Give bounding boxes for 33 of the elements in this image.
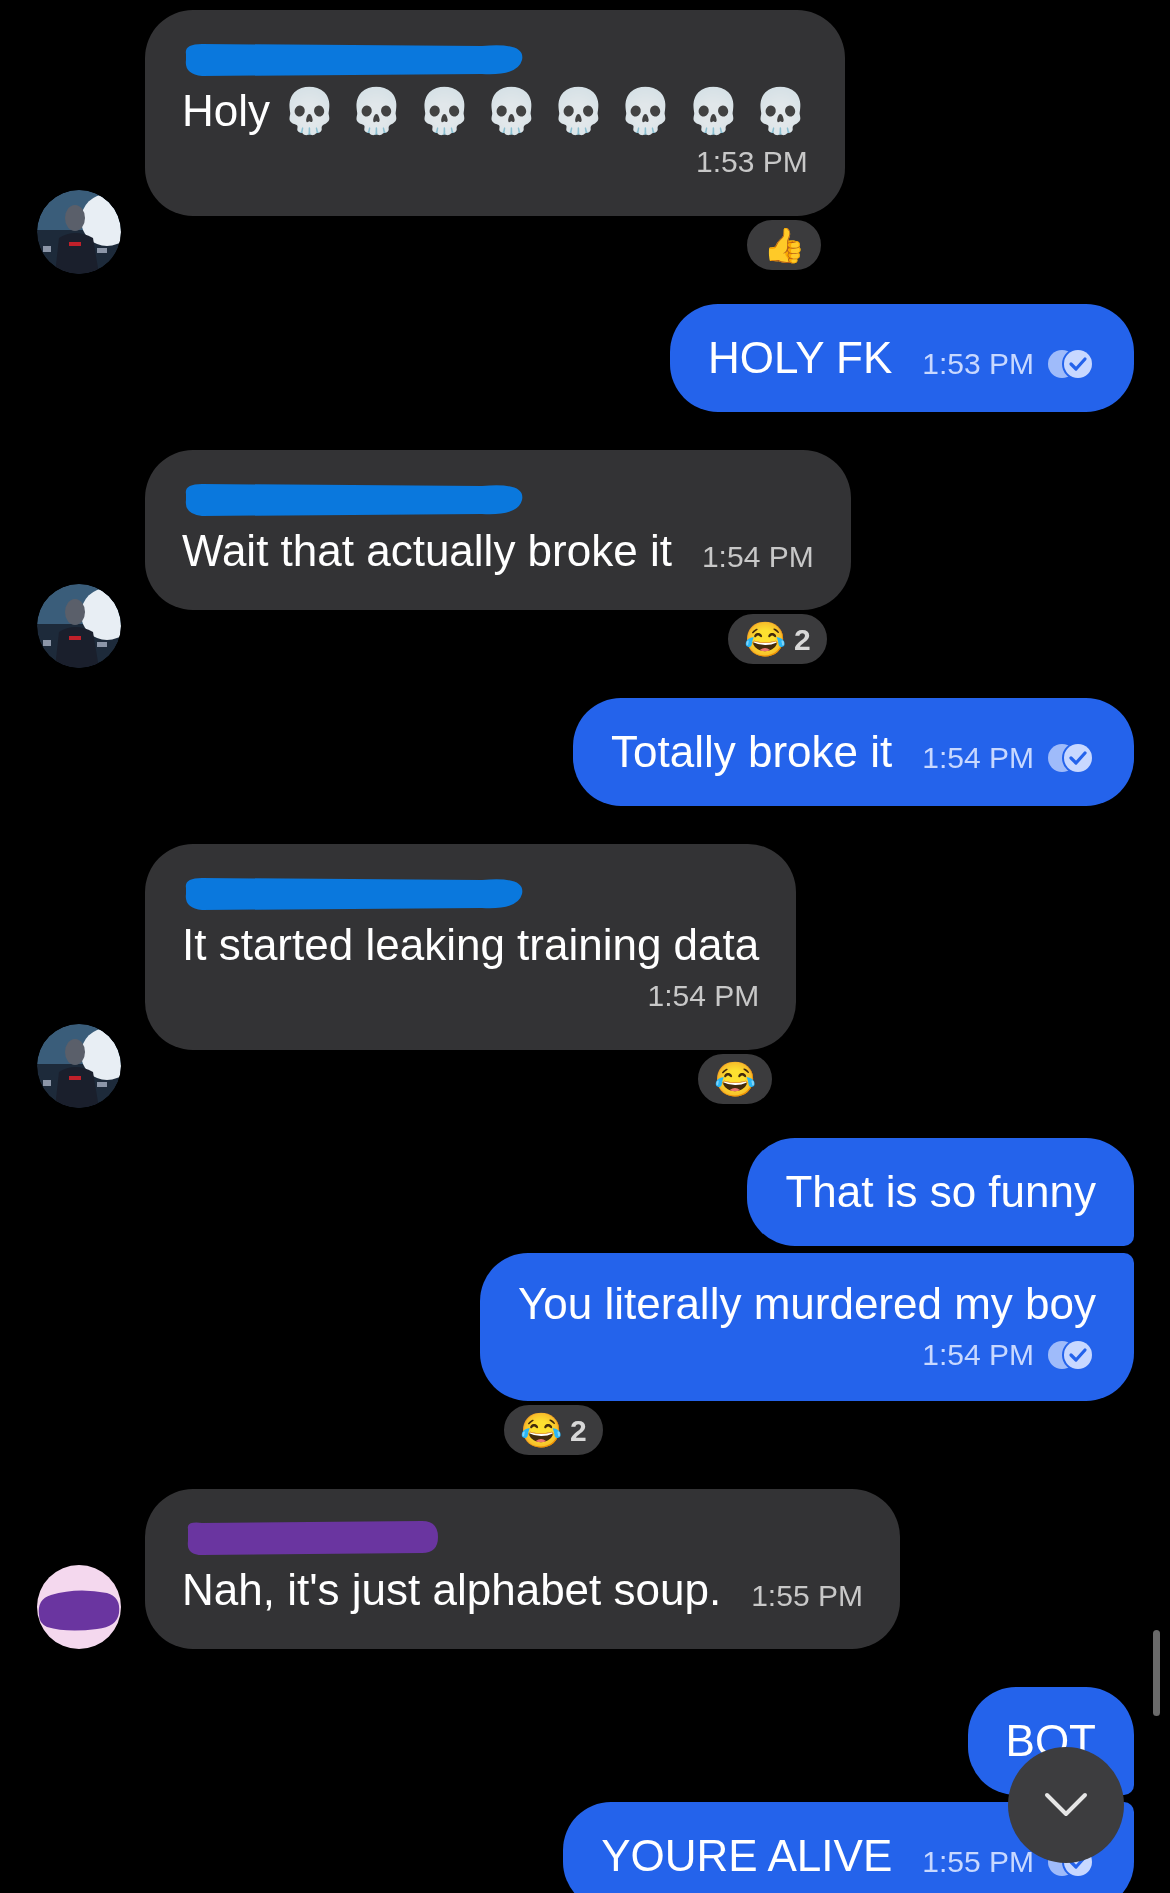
message-text: That is so funny xyxy=(785,1166,1096,1218)
message-time: 1:54 PM xyxy=(922,1337,1034,1373)
scrollbar-thumb[interactable] xyxy=(1153,1630,1160,1716)
message-bubble[interactable]: Nah, it's just alphabet soup. 1:55 PM xyxy=(145,1489,900,1649)
message-time: 1:55 PM xyxy=(922,1844,1034,1880)
reaction-emoji: 😂 xyxy=(520,1413,562,1447)
message-text: Holy 💀 💀 💀 💀 💀 💀 💀 💀 xyxy=(182,85,808,137)
reaction-count: 2 xyxy=(793,621,811,658)
reaction-emoji: 😂 xyxy=(714,1062,757,1096)
reaction-emoji: 😂 xyxy=(743,622,786,656)
message-bubble[interactable]: That is so funny xyxy=(747,1138,1134,1246)
message-text: YOURE ALIVE xyxy=(601,1830,893,1882)
reaction-count: 2 xyxy=(570,1412,587,1449)
message-bubble[interactable]: Wait that actually broke it 1:54 PM xyxy=(145,450,851,610)
message-time: 1:54 PM xyxy=(647,978,760,1014)
message-time: 1:53 PM xyxy=(922,346,1034,382)
message-bubble[interactable]: Totally broke it 1:54 PM xyxy=(573,698,1134,806)
message-time: 1:53 PM xyxy=(696,144,808,180)
message-time: 1:54 PM xyxy=(701,539,814,575)
message-time: 1:55 PM xyxy=(751,1578,863,1614)
message-text: Wait that actually broke it xyxy=(182,525,672,577)
message-bubble[interactable]: You literally murdered my boy 1:54 PM xyxy=(480,1253,1134,1401)
message-time: 1:54 PM xyxy=(922,740,1034,776)
reaction-emoji: 👍 xyxy=(762,228,805,262)
message-text: It started leaking training data xyxy=(182,919,760,971)
message-text: You literally murdered my boy xyxy=(518,1278,1096,1330)
message-text: Nah, it's just alphabet soup. xyxy=(182,1564,722,1616)
message-bubble[interactable]: HOLY FK 1:53 PM xyxy=(670,304,1134,412)
message-bubble[interactable]: It started leaking training data 1:54 PM xyxy=(145,844,797,1050)
chevron-down-icon xyxy=(1044,1792,1088,1818)
message-bubble[interactable]: Holy 💀 💀 💀 💀 💀 💀 💀 💀 1:53 PM xyxy=(145,10,845,216)
message-text: Totally broke it xyxy=(611,726,893,778)
message-text: HOLY FK xyxy=(708,332,893,384)
